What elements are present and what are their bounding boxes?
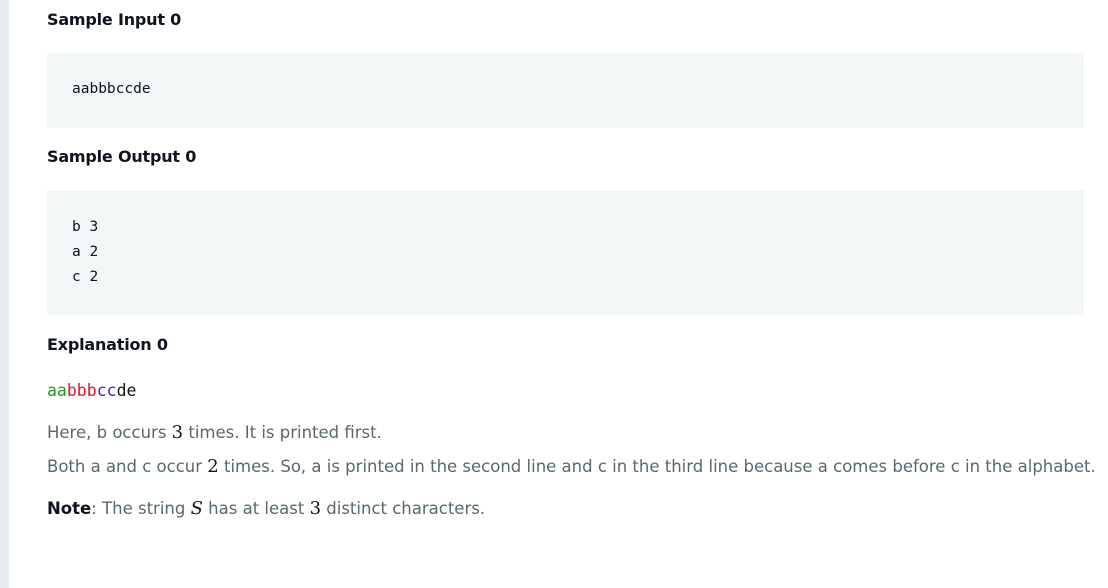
explanation-line-1: Here, b occurs 3 times. It is printed fi…	[47, 422, 382, 443]
code-line: b 3	[72, 219, 99, 235]
explanation-text: Both a and c occur	[47, 457, 208, 476]
colored-string: aabbbccde	[47, 381, 136, 400]
math-variable: S	[190, 498, 203, 519]
sample-input-block: aabbbccde	[47, 53, 1084, 128]
math-value: 2	[207, 456, 219, 477]
math-value: 3	[171, 422, 184, 443]
code-line: c 2	[72, 269, 99, 285]
sample-output-block: b 3 a 2 c 2	[47, 190, 1084, 315]
note-line: Note: The string S has at least 3 distin…	[47, 498, 485, 519]
note-text: : The string	[91, 499, 191, 518]
note-text: distinct characters.	[321, 499, 486, 518]
code-line: a 2	[72, 244, 99, 260]
explanation-text: Here, b occurs	[47, 423, 172, 442]
explanation-text: times. So, a is printed in the second li…	[218, 457, 1096, 476]
sample-input-heading: Sample Input 0	[47, 10, 182, 29]
colored-segment-aa: aa	[47, 381, 67, 400]
left-border	[0, 0, 9, 588]
colored-segment-de: de	[116, 381, 137, 400]
colored-segment-bbb: bbb	[66, 381, 97, 400]
note-text: has at least	[202, 499, 310, 518]
math-value: 3	[309, 498, 322, 519]
colored-segment-cc: cc	[96, 381, 117, 400]
explanation-heading: Explanation 0	[47, 335, 168, 354]
sample-output-heading: Sample Output 0	[47, 147, 197, 166]
code-line: aabbbccde	[72, 81, 151, 97]
note-label: Note	[47, 499, 92, 518]
explanation-text: times. It is printed first.	[183, 423, 382, 442]
explanation-line-2: Both a and c occur 2 times. So, a is pri…	[47, 456, 1096, 477]
